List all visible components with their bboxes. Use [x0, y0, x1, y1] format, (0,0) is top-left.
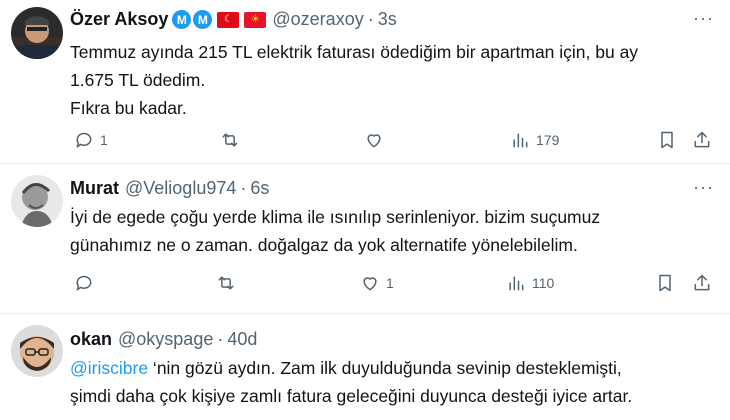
retweet-icon: [218, 276, 234, 290]
view-count: 179: [536, 132, 560, 148]
reply-button[interactable]: [74, 273, 94, 293]
tweet-text-line: şimdi daha çok kişiye zamlı fatura gelec…: [70, 386, 633, 406]
timestamp[interactable]: 40d: [227, 329, 257, 350]
tweet-text-line: @iriscibre ‘nin gözü aydın. Zam ilk duyu…: [70, 354, 710, 382]
tweet-text-line: Fıkra bu kadar.: [70, 98, 187, 118]
avatar[interactable]: [11, 325, 63, 377]
share-button[interactable]: [692, 273, 712, 293]
retweet-icon: [222, 133, 238, 147]
separator-dot: ·: [367, 9, 374, 29]
reply-icon: [76, 275, 92, 291]
tweet-header: okan @okyspage · 40d: [70, 329, 257, 350]
mention-link[interactable]: @iriscibre: [70, 358, 148, 378]
author-name[interactable]: Murat: [70, 178, 119, 199]
bookmark-icon: [659, 274, 671, 292]
tweet-text: @iriscibre ‘nin gözü aydın. Zam ilk duyu…: [70, 354, 710, 410]
tweet-actions: 1 179: [70, 130, 720, 154]
author-handle[interactable]: @ozeraxoy: [272, 9, 363, 30]
author-name[interactable]: okan: [70, 329, 112, 350]
retweet-button[interactable]: [216, 273, 236, 293]
tweet-text-line: Temmuz ayında 215 TL elektrik faturası ö…: [70, 42, 639, 62]
views-icon: [513, 133, 528, 148]
like-button[interactable]: [364, 130, 384, 150]
tweet-header: Murat @Velioglu974 · 6s: [70, 178, 269, 199]
separator-dot: ·: [240, 178, 247, 198]
share-icon: [694, 131, 710, 148]
m-badge-icon: M: [172, 10, 192, 29]
views-button[interactable]: 179: [510, 130, 559, 150]
more-icon[interactable]: ···: [693, 8, 714, 29]
heart-icon: [367, 134, 381, 148]
reply-icon: [76, 132, 92, 148]
tweet-text-fragment: ‘nin gözü aydın. Zam ilk duyulduğunda se…: [148, 358, 622, 378]
avatar[interactable]: [11, 7, 63, 59]
author-handle[interactable]: @Velioglu974: [125, 178, 236, 199]
bookmark-icon: [661, 131, 673, 149]
avatar[interactable]: [11, 175, 63, 227]
tweet-header: Özer Aksoy M M ☾ ☀ @ozeraxoy · 3s: [70, 9, 397, 30]
separator-dot: ·: [217, 329, 224, 349]
heart-icon: [363, 277, 377, 291]
views-button[interactable]: 110: [506, 273, 554, 293]
tweet-text: İyi de egede çoğu yerde klima ile ısınıl…: [70, 203, 710, 259]
tweet-text-line: İyi de egede çoğu yerde klima ile ısınıl…: [70, 207, 601, 227]
tweet-feed: Özer Aksoy M M ☾ ☀ @ozeraxoy · 3s ··· Te…: [0, 0, 730, 420]
timestamp[interactable]: 6s: [250, 178, 269, 199]
bookmark-button[interactable]: [655, 273, 675, 293]
share-button[interactable]: [692, 130, 712, 150]
tweet-text-line: 1.675 TL ödedim.: [70, 70, 206, 90]
avatar-image: [11, 325, 63, 377]
reply-count: 1: [100, 132, 108, 148]
kyrgyzstan-flag-icon: ☀: [244, 11, 267, 28]
avatar-image: [11, 7, 63, 59]
reply-button[interactable]: 1: [74, 130, 108, 150]
author-handle[interactable]: @okyspage: [118, 329, 213, 350]
retweet-button[interactable]: [220, 130, 240, 150]
tweet-actions: 1 110: [70, 273, 720, 297]
bookmark-button[interactable]: [657, 130, 677, 150]
tweet-text: Temmuz ayında 215 TL elektrik faturası ö…: [70, 38, 710, 122]
more-icon[interactable]: ···: [693, 177, 714, 198]
timestamp[interactable]: 3s: [378, 9, 397, 30]
avatar-image: [11, 175, 63, 227]
m-badge-icon: M: [193, 10, 213, 29]
author-name[interactable]: Özer Aksoy: [70, 9, 168, 30]
view-count: 110: [532, 275, 555, 291]
like-button[interactable]: 1: [360, 273, 394, 293]
views-icon: [509, 276, 524, 291]
tweet-text-line: günahımız ne o zaman. doğalgaz da yok al…: [70, 235, 578, 255]
like-count: 1: [386, 275, 394, 291]
share-icon: [694, 274, 710, 291]
turkey-flag-icon: ☾: [217, 11, 240, 28]
